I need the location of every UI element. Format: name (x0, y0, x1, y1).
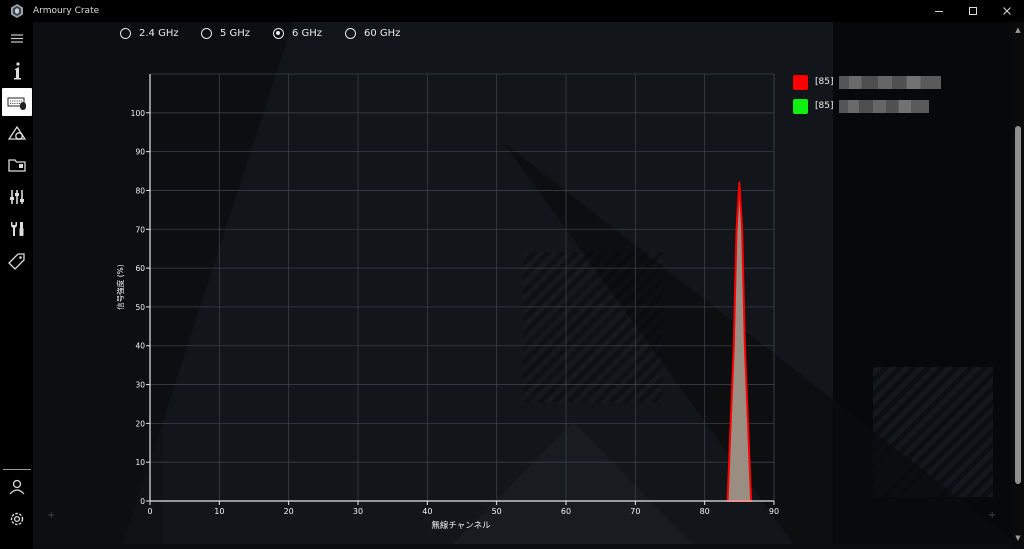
sidebar (0, 22, 33, 549)
legend-redacted-ssid (839, 99, 930, 113)
chart-legend: [85] [85] (793, 74, 942, 122)
equalizer-icon (10, 190, 24, 204)
info-icon (14, 62, 21, 80)
settings-icon (10, 512, 24, 526)
maximize-icon (969, 7, 977, 15)
legend-item[interactable]: [85] (793, 98, 941, 114)
close-icon (1003, 7, 1011, 15)
sidebar-item-equalizer[interactable] (2, 183, 32, 211)
sidebar-item-user[interactable] (2, 473, 32, 501)
title-bar: Armoury Crate (0, 0, 1024, 22)
legend-swatch-red (793, 74, 808, 90)
radio-button[interactable] (201, 27, 212, 39)
band-option-2-4ghz[interactable]: 2.4 GHz (120, 25, 179, 41)
window-title: Armoury Crate (33, 6, 100, 16)
scroll-down-arrow-icon[interactable]: ▼ (1014, 534, 1022, 542)
sidebar-menu-button[interactable] (2, 24, 32, 52)
legend-redacted-ssid (839, 75, 942, 89)
radio-button[interactable] (345, 27, 356, 39)
vertical-scrollbar[interactable]: ▲ ▼ (1012, 22, 1024, 547)
close-button[interactable] (990, 0, 1024, 22)
sidebar-item-tools[interactable] (2, 215, 32, 243)
band-option-60ghz[interactable]: 60 GHz (345, 25, 400, 41)
legend-item[interactable]: [85] (793, 74, 942, 90)
legend-swatch-green (793, 98, 808, 114)
menu-icon (11, 34, 23, 43)
band-option-6ghz[interactable]: 6 GHz (273, 25, 322, 41)
minimize-button[interactable] (922, 0, 956, 22)
radio-button-selected[interactable] (273, 27, 284, 39)
keyboard-icon (7, 97, 26, 110)
sidebar-item-aura[interactable] (2, 120, 32, 148)
legend-label: [85] (815, 101, 834, 111)
band-label: 60 GHz (364, 27, 401, 39)
aura-icon (8, 126, 26, 140)
tag-icon (8, 253, 25, 270)
tools-icon (11, 222, 24, 236)
user-icon (9, 479, 25, 495)
maximize-button[interactable] (956, 0, 990, 22)
band-label: 5 GHz (220, 27, 251, 39)
sidebar-item-deals[interactable] (2, 247, 32, 275)
radio-button[interactable] (120, 27, 131, 39)
sidebar-item-folder[interactable] (2, 151, 32, 179)
sidebar-item-device[interactable] (2, 88, 32, 116)
band-label: 2.4 GHz (139, 27, 179, 39)
scrollbar-thumb[interactable] (1015, 126, 1021, 484)
sidebar-divider (3, 469, 31, 470)
minimize-icon (935, 11, 943, 12)
armoury-crate-logo-icon (11, 4, 23, 18)
band-label: 6 GHz (292, 27, 323, 39)
band-option-5ghz[interactable]: 5 GHz (201, 25, 250, 41)
sidebar-item-info[interactable] (2, 57, 32, 85)
sidebar-item-settings[interactable] (2, 505, 32, 533)
scroll-up-arrow-icon[interactable]: ▲ (1014, 26, 1022, 34)
legend-label: [85] (815, 77, 834, 87)
folder-icon (8, 159, 26, 172)
corner-crosshair-icon: + (988, 510, 997, 521)
corner-crosshair-icon: + (47, 510, 56, 521)
